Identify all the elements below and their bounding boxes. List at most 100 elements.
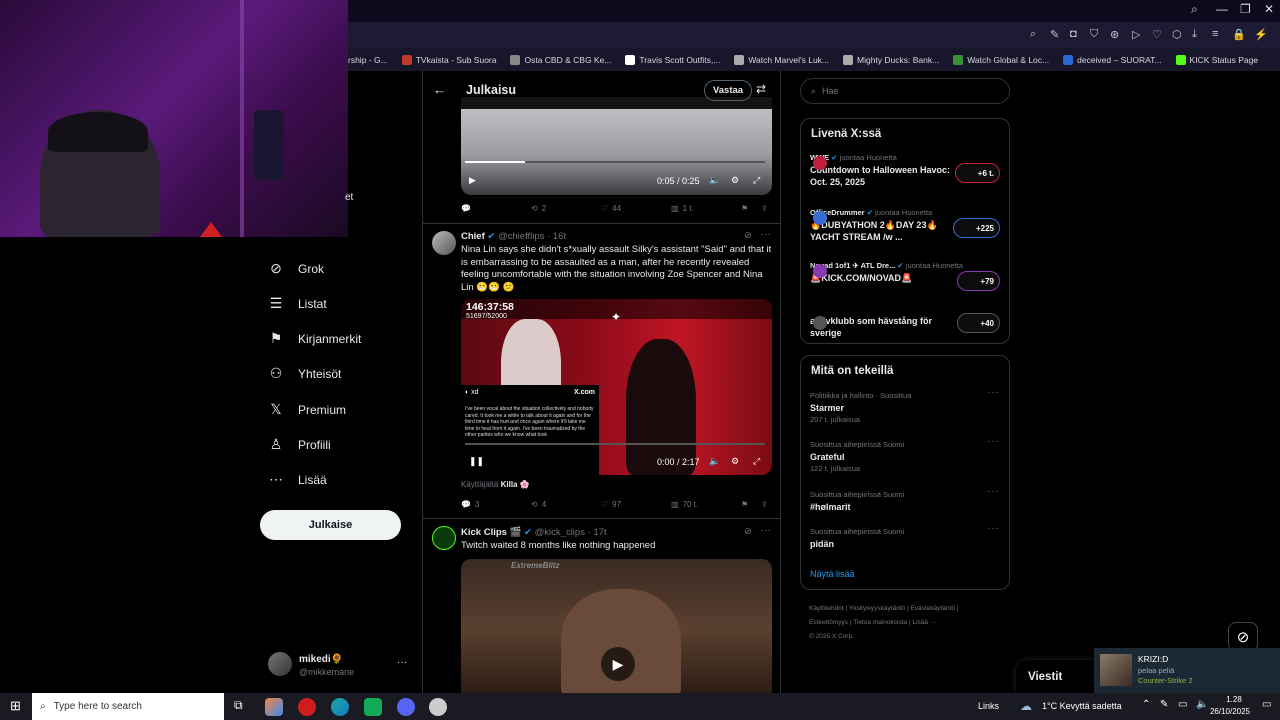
nav-item-listat[interactable]: ☰ Listat xyxy=(268,295,327,312)
pause-icon[interactable]: ❚❚ xyxy=(469,456,484,467)
video-attribution[interactable]: Käyttäjältä Killa 🌸 xyxy=(461,480,530,489)
views-action[interactable]: ▥ 70 t. xyxy=(671,500,741,509)
nav-item-yhteisöt[interactable]: ⚇ Yhteisöt xyxy=(268,365,342,382)
fullscreen-icon[interactable]: ⤢ xyxy=(753,175,760,186)
bookmark-icon[interactable]: ⚑ xyxy=(741,204,761,213)
grok-icon[interactable]: ⊘ xyxy=(744,230,752,241)
bookmark-item[interactable]: Mighty Ducks: Bank... xyxy=(843,54,939,65)
search-icon[interactable]: ⌕ xyxy=(1191,2,1198,17)
bookmark-item[interactable]: Travis Scott Outfits,... xyxy=(625,54,720,65)
show-more-link[interactable]: Näytä lisää xyxy=(810,569,855,579)
bookmark-item[interactable]: Watch Global & Loc... xyxy=(953,54,1049,65)
clock-date[interactable]: 26/10/2025 xyxy=(1200,707,1260,716)
bookmark-icon[interactable]: ⚑ xyxy=(741,500,761,509)
gear-icon[interactable]: ⚙ xyxy=(731,175,739,186)
app-icon[interactable] xyxy=(429,698,447,716)
settings-icon[interactable]: ⇄ xyxy=(756,82,766,96)
trend-item[interactable]: Suosittua aihepiirissä Suomi pidän ··· xyxy=(810,523,1002,550)
taskbar-search[interactable]: ⌕ Type here to search xyxy=(32,693,224,720)
footer-link[interactable]: Käyttöehdot xyxy=(809,605,844,612)
play-icon[interactable]: ▷ xyxy=(1132,28,1140,41)
shield-icon[interactable]: ⛉ xyxy=(1090,28,1098,41)
footer-link[interactable]: Tietoa mainoksista xyxy=(853,619,907,626)
links-toolbar[interactable]: Links xyxy=(978,701,999,711)
bookmark-item[interactable]: deceived – SUORAT... xyxy=(1063,54,1162,65)
grok-icon[interactable]: ⊘ xyxy=(744,526,752,537)
video-player[interactable]: ExtremeBlitz ▶ xyxy=(461,559,772,693)
nav-item-grok[interactable]: ⊘ Grok xyxy=(268,260,324,277)
bookmark-item[interactable]: rship - G... xyxy=(348,55,388,65)
trend-item[interactable]: Suosittua aihepiirissä Suomi #hølmarit ··· xyxy=(810,486,1002,513)
more-icon[interactable]: ··· xyxy=(987,486,1000,497)
play-icon[interactable]: ▶ xyxy=(469,175,476,186)
download-icon[interactable]: ⤓ xyxy=(1192,28,1197,41)
repost-action[interactable]: ⟲ 2 xyxy=(531,204,601,213)
footer-link[interactable]: Yksityisyyskäytäntö xyxy=(849,605,905,612)
account-name[interactable]: mikedi🌻 xyxy=(299,654,343,665)
avatar[interactable] xyxy=(432,231,456,255)
avatar[interactable] xyxy=(432,526,456,550)
more-icon[interactable]: ··· xyxy=(761,525,771,536)
footer-link[interactable]: Evästekäytäntö xyxy=(911,605,955,612)
trend-item[interactable]: Suosittua aihepiirissä Suomi Grateful 122 … xyxy=(810,436,1002,473)
sidebar-icon[interactable]: ⚡ xyxy=(1254,28,1268,41)
extension-icon[interactable]: ⊛ xyxy=(1110,28,1119,41)
footer-link[interactable]: Lisää ··· xyxy=(912,619,936,626)
edge-icon[interactable] xyxy=(331,698,349,716)
volume-icon[interactable]: 🔈 xyxy=(709,175,720,186)
share-icon[interactable]: ⇪ xyxy=(761,204,768,213)
share-icon[interactable]: ⇪ xyxy=(761,500,768,509)
minimize-icon[interactable]: — xyxy=(1216,2,1228,16)
tweet1-author[interactable]: Chief ✔ @chiefflips · 16t xyxy=(461,231,566,242)
post-button[interactable]: Julkaise xyxy=(260,510,401,540)
lock-icon[interactable]: 🔒 xyxy=(1232,28,1246,41)
weather[interactable]: 1°C Kevyttä sadetta xyxy=(1042,701,1122,711)
live-space-item[interactable]: OfficeDrummer ✔ juontaa Huonetta 🔥DUBYATH… xyxy=(810,208,1002,243)
heart-icon[interactable]: ♡ xyxy=(1152,28,1162,41)
reply-action[interactable]: 💬 xyxy=(461,204,531,213)
close-icon[interactable]: ✕ xyxy=(1264,2,1274,16)
chevron-up-icon[interactable]: ⌃ xyxy=(1142,699,1150,710)
nav-item-lisää[interactable]: ⋯ Lisää xyxy=(268,471,327,488)
footer-link[interactable]: Esteettömyys xyxy=(809,619,848,626)
video-progress[interactable] xyxy=(465,161,765,163)
live-space-item[interactable]: aktivklubb som hävstång för sverige +40 xyxy=(810,313,1002,339)
clock-time[interactable]: 1.28 xyxy=(1216,695,1252,704)
like-action[interactable]: ♡ 44 xyxy=(601,204,671,213)
repost-action[interactable]: ⟲ 4 xyxy=(531,500,601,509)
zoom-icon[interactable]: ⌕ xyxy=(1030,28,1036,41)
opera-icon[interactable] xyxy=(298,698,316,716)
discord-icon[interactable] xyxy=(397,698,415,716)
bookmark-item[interactable]: Watch Marvel's Luk... xyxy=(734,54,829,65)
account-more-button[interactable]: ··· xyxy=(397,657,407,668)
like-action[interactable]: ♡ 97 xyxy=(601,500,671,509)
app-icon[interactable] xyxy=(364,698,382,716)
steam-notification[interactable]: KRIZI:D pelaa peliä Counter-Strike 2 xyxy=(1094,648,1280,693)
volume-icon[interactable]: 🔈 xyxy=(709,456,720,467)
more-icon[interactable]: ··· xyxy=(761,229,771,240)
cube-icon[interactable]: ⬡ xyxy=(1172,28,1182,41)
trend-item[interactable]: Politiikka ja hallinto · Suosittua Starme… xyxy=(810,387,1002,424)
search-input[interactable]: ⌕ Hae xyxy=(800,78,1010,104)
edit-icon[interactable]: ✎ xyxy=(1050,28,1059,41)
bookmark-item[interactable]: Osta CBD & CBG Ke... xyxy=(510,54,611,65)
menu-icon[interactable]: ≡ xyxy=(1212,28,1218,40)
sparkle-icon[interactable]: ✦ xyxy=(611,310,621,324)
bookmark-item[interactable]: TVkaista - Sub Suora xyxy=(401,54,496,65)
fullscreen-icon[interactable]: ⤢ xyxy=(753,456,760,467)
tweet2-author[interactable]: Kick Clips 🎬 ✔ @kick_clips · 17t xyxy=(461,527,607,538)
more-icon[interactable]: ··· xyxy=(987,387,1000,398)
reply-button[interactable]: Vastaa xyxy=(704,80,752,101)
bookmark-item[interactable]: KICK Status Page xyxy=(1175,54,1258,65)
more-icon[interactable]: ··· xyxy=(987,436,1000,447)
video-player[interactable]: 146:37:58 51697/52000 ✦ ◐ xd X.com I've b… xyxy=(461,299,772,475)
nav-item-kirjanmerkit[interactable]: ⚑ Kirjanmerkit xyxy=(268,330,362,347)
avatar[interactable] xyxy=(268,652,292,676)
network-icon[interactable]: ▭ xyxy=(1178,699,1187,710)
nav-item-profiili[interactable]: ♙ Profiili xyxy=(268,436,331,453)
messages-drawer[interactable]: Viestit xyxy=(1016,660,1094,693)
task-view-icon[interactable]: ⧉ xyxy=(234,698,243,713)
windows-start-icon[interactable]: ⊞ xyxy=(10,698,21,714)
live-space-item[interactable]: Novad 1of1 ✈ ATL Dre... ✔ juontaa Huonet… xyxy=(810,261,1002,291)
reply-action[interactable]: 💬 3 xyxy=(461,500,531,509)
